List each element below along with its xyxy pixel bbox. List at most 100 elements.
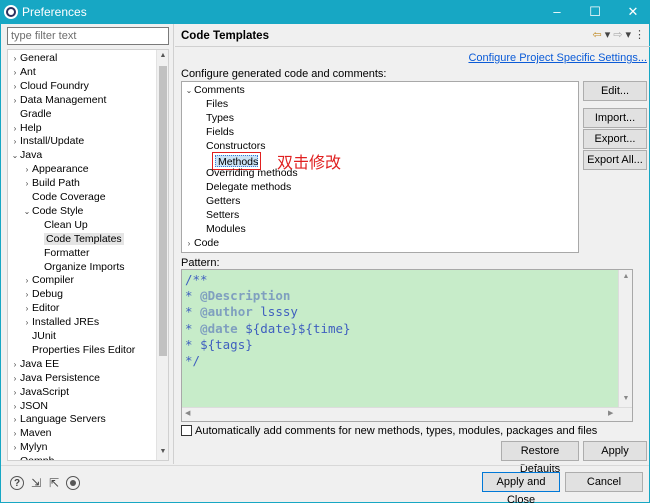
collapsed-twisty-icon[interactable]: › bbox=[10, 413, 20, 427]
tree-item[interactable]: Files bbox=[196, 97, 228, 111]
tree-item[interactable]: Clean Up bbox=[34, 218, 88, 232]
expanded-twisty-icon[interactable]: ⌄ bbox=[22, 205, 32, 219]
expanded-twisty-icon[interactable]: ⌄ bbox=[10, 149, 20, 163]
export-all-button[interactable]: Export All... bbox=[583, 150, 647, 170]
tree-item[interactable]: › Ant bbox=[10, 65, 36, 79]
collapsed-twisty-icon[interactable]: › bbox=[22, 302, 32, 316]
pane-divider[interactable] bbox=[173, 24, 174, 464]
tree-item[interactable]: › Appearance bbox=[22, 162, 89, 176]
collapsed-twisty-icon[interactable]: › bbox=[22, 177, 32, 191]
tree-item[interactable]: Organize Imports bbox=[34, 260, 125, 274]
auto-comments-checkbox[interactable] bbox=[181, 425, 192, 436]
tree-item[interactable]: › JSON bbox=[10, 399, 48, 413]
collapsed-twisty-icon[interactable]: › bbox=[10, 455, 20, 460]
back-dropdown-icon[interactable]: ▾ bbox=[605, 29, 611, 41]
tree-item[interactable]: › Editor bbox=[22, 301, 60, 316]
tree-item[interactable]: › JavaScript bbox=[10, 385, 69, 399]
configure-project-settings-link[interactable]: Configure Project Specific Settings... bbox=[468, 52, 647, 64]
back-arrow-icon[interactable]: ⇦ bbox=[593, 29, 602, 41]
tree-item[interactable]: › Installed JREs bbox=[22, 315, 99, 329]
pattern-editor[interactable]: /** * @Description * @author lsssy * @date … bbox=[181, 269, 633, 422]
tree-item[interactable]: › Mylyn bbox=[10, 440, 48, 455]
collapsed-twisty-icon[interactable]: › bbox=[10, 386, 20, 400]
import-prefs-icon[interactable]: ⇲ bbox=[29, 476, 43, 490]
tree-item[interactable]: Types bbox=[196, 111, 234, 125]
scroll-thumb[interactable] bbox=[159, 66, 167, 356]
cancel-button[interactable]: Cancel bbox=[565, 472, 643, 492]
tree-item[interactable]: › Java Persistence bbox=[10, 371, 100, 385]
edit-button[interactable]: Edit... bbox=[583, 81, 647, 101]
tree-item[interactable]: ›Oomph bbox=[10, 454, 55, 460]
tree-item[interactable]: Code Coverage bbox=[22, 190, 106, 204]
collapsed-twisty-icon[interactable]: › bbox=[10, 358, 20, 372]
tree-item[interactable]: JUnit bbox=[22, 329, 56, 343]
apply-and-close-button[interactable]: Apply and Close bbox=[482, 472, 560, 503]
collapsed-twisty-icon[interactable]: › bbox=[10, 372, 20, 386]
collapsed-twisty-icon[interactable]: › bbox=[184, 237, 194, 251]
scroll-up-arrow-icon[interactable]: ▲ bbox=[619, 273, 632, 280]
collapsed-twisty-icon[interactable]: › bbox=[10, 80, 20, 94]
tree-item[interactable]: › Compiler bbox=[22, 273, 74, 287]
forward-arrow-icon[interactable]: ⇨ bbox=[613, 29, 622, 41]
tree-item[interactable]: › Install/Update bbox=[10, 134, 85, 149]
scroll-left-arrow-icon[interactable]: ◀ bbox=[185, 409, 190, 417]
collapsed-twisty-icon[interactable]: › bbox=[22, 163, 32, 177]
collapsed-twisty-icon[interactable]: › bbox=[22, 274, 32, 288]
collapsed-twisty-icon[interactable]: › bbox=[10, 400, 20, 414]
record-icon[interactable] bbox=[66, 476, 80, 490]
tree-item[interactable]: › Java EE bbox=[10, 357, 59, 371]
collapsed-twisty-icon[interactable]: › bbox=[22, 288, 32, 302]
collapsed-twisty-icon[interactable]: › bbox=[10, 427, 20, 441]
tree-item[interactable]: › Help bbox=[10, 121, 42, 135]
tree-item[interactable]: Setters bbox=[196, 208, 239, 222]
tree-item[interactable]: Gradle bbox=[10, 107, 52, 121]
scroll-down-arrow-icon[interactable]: ▼ bbox=[619, 395, 632, 402]
tree-item[interactable]: › Data Management bbox=[10, 93, 107, 108]
collapsed-twisty-icon[interactable]: › bbox=[10, 122, 20, 136]
expanded-twisty-icon[interactable]: ⌄ bbox=[184, 84, 194, 98]
auto-comments-option[interactable]: Automatically add comments for new metho… bbox=[181, 425, 597, 437]
collapsed-twisty-icon[interactable]: › bbox=[10, 441, 20, 455]
tree-item[interactable]: Getters bbox=[196, 194, 240, 208]
tree-item[interactable]: › Build Path bbox=[22, 176, 80, 190]
export-prefs-icon[interactable]: ⇱ bbox=[47, 476, 61, 490]
restore-defaults-button[interactable]: Restore Defaults bbox=[501, 441, 579, 475]
collapsed-twisty-icon[interactable]: › bbox=[22, 316, 32, 330]
collapsed-twisty-icon[interactable]: › bbox=[10, 94, 20, 108]
tree-item[interactable]: › Language Servers bbox=[10, 412, 106, 426]
tree-item[interactable]: Formatter bbox=[34, 246, 90, 260]
collapsed-twisty-icon[interactable]: › bbox=[10, 52, 20, 66]
forward-dropdown-icon[interactable]: ▾ bbox=[625, 29, 631, 41]
pattern-vscrollbar[interactable]: ▲ ▼ bbox=[618, 270, 632, 407]
scroll-up-arrow-icon[interactable]: ▲ bbox=[157, 52, 168, 59]
tree-scrollbar[interactable]: ▲ ▼ bbox=[156, 50, 168, 460]
tree-item[interactable]: ⌄ Code Style bbox=[22, 204, 84, 219]
export-button[interactable]: Export... bbox=[583, 129, 647, 149]
tree-item[interactable]: Modules bbox=[196, 222, 246, 236]
tree-item[interactable]: › General bbox=[10, 51, 58, 66]
minimize-button[interactable]: – bbox=[540, 0, 574, 24]
collapsed-twisty-icon[interactable]: › bbox=[10, 135, 20, 149]
maximize-button[interactable]: ☐ bbox=[578, 0, 612, 24]
tree-item[interactable]: › Maven bbox=[10, 426, 52, 440]
tree-item[interactable]: Properties Files Editor bbox=[22, 343, 135, 357]
tree-item[interactable]: › Debug bbox=[22, 287, 63, 301]
import-button[interactable]: Import... bbox=[583, 108, 647, 128]
collapsed-twisty-icon[interactable]: › bbox=[10, 66, 20, 80]
apply-button[interactable]: Apply bbox=[583, 441, 647, 461]
tree-item[interactable]: Constructors bbox=[196, 139, 266, 153]
tree-item[interactable]: Fields bbox=[196, 125, 234, 139]
tree-item[interactable]: ⌄ Java bbox=[10, 148, 43, 163]
pattern-hscrollbar[interactable]: ◀ ▶ bbox=[182, 407, 632, 421]
scroll-down-arrow-icon[interactable]: ▼ bbox=[157, 448, 168, 455]
scroll-right-arrow-icon[interactable]: ▶ bbox=[608, 409, 613, 417]
help-icon[interactable]: ? bbox=[10, 476, 24, 490]
tree-item[interactable]: Code Templates bbox=[34, 232, 124, 246]
view-menu-icon[interactable]: ⋮ bbox=[634, 29, 645, 41]
tree-item[interactable]: › Cloud Foundry bbox=[10, 79, 89, 93]
filter-input[interactable] bbox=[7, 27, 169, 45]
tree-item[interactable]: ⌄ Comments bbox=[184, 83, 245, 97]
tree-item[interactable]: Delegate methods bbox=[196, 180, 291, 194]
close-button[interactable]: ✕ bbox=[616, 0, 650, 24]
tree-item[interactable]: › Code bbox=[184, 236, 219, 250]
